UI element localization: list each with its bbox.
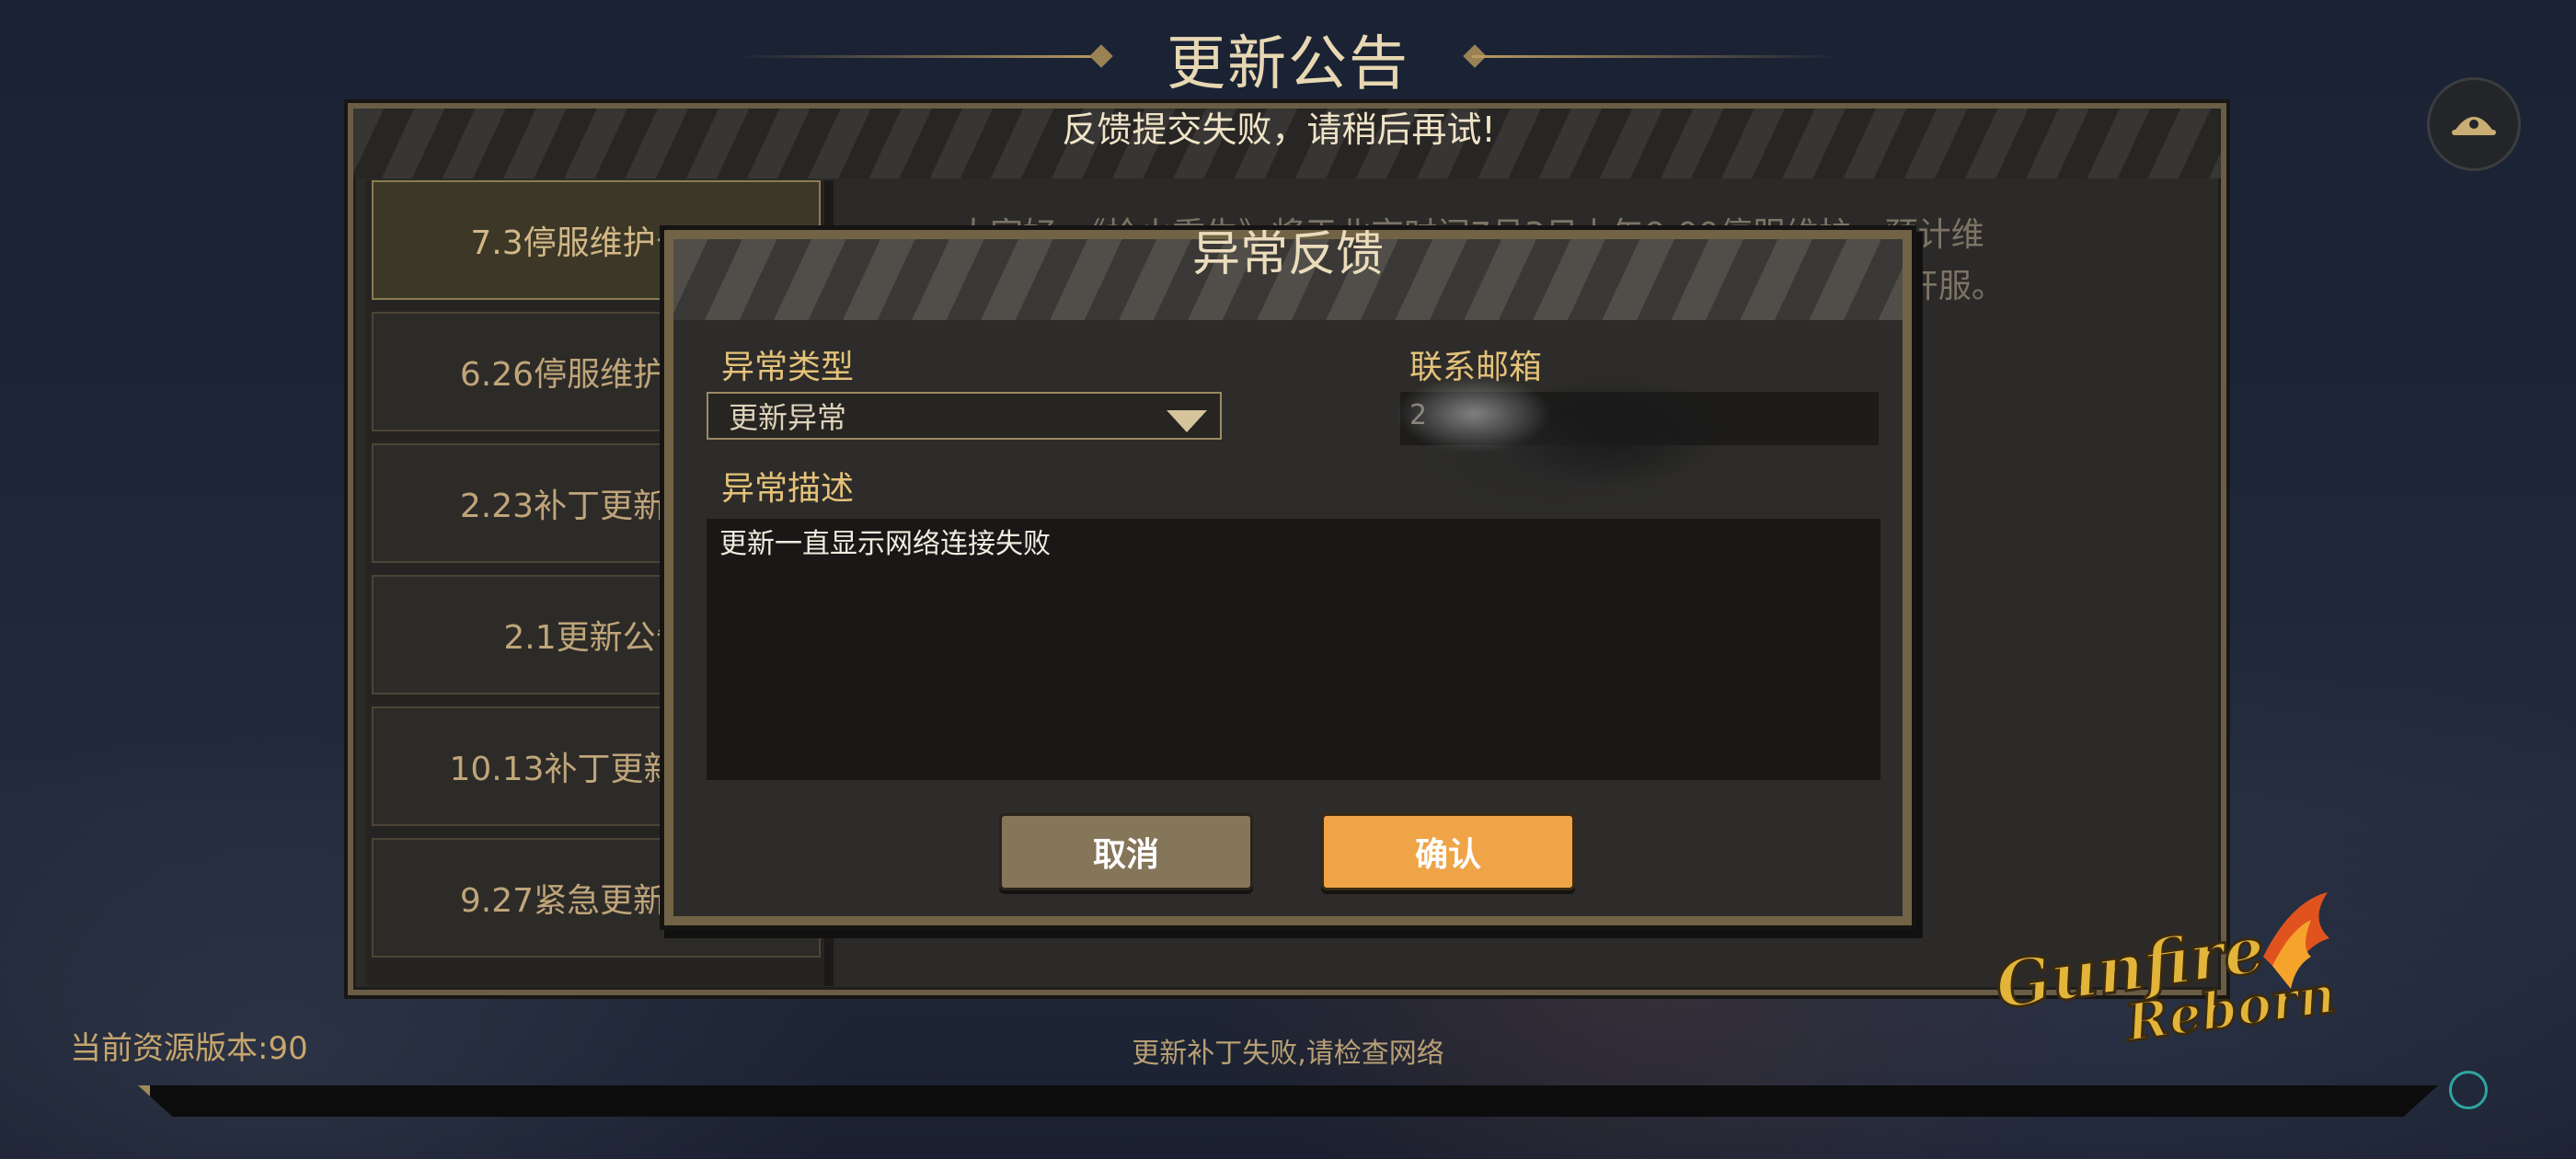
- feedback-dialog: 异常反馈 异常类型 更新异常 联系邮箱 2 异常描述 更新一直显示网络连接失败 …: [664, 227, 1912, 925]
- resource-version: 当前资源版本:90: [70, 1030, 308, 1067]
- cancel-button[interactable]: 取消: [999, 813, 1253, 890]
- title-line-right: [1472, 55, 1840, 58]
- desc-label: 异常描述: [721, 470, 855, 508]
- description-textarea[interactable]: 更新一直显示网络连接失败: [707, 519, 1880, 780]
- error-toast: 反馈提交失败，请稍后再试!: [1062, 109, 1496, 150]
- redaction-scribble: [1373, 350, 1777, 506]
- update-status: 更新补丁失败,请检查网络: [1132, 1038, 1444, 1070]
- title-line-left: [736, 55, 1104, 58]
- page-title: 更新公告: [1167, 30, 1409, 98]
- loading-spinner-icon: [2449, 1071, 2488, 1109]
- type-select-value: 更新异常: [729, 400, 847, 435]
- type-select[interactable]: 更新异常: [707, 392, 1222, 440]
- helmet-icon: [2452, 117, 2496, 135]
- customer-service-button[interactable]: [2427, 77, 2521, 171]
- chevron-down-icon: [1167, 410, 1207, 432]
- update-progress-bar: [138, 1085, 2438, 1117]
- type-label: 异常类型: [721, 349, 855, 386]
- game-logo: Gunfire Reborn: [1990, 892, 2340, 1055]
- confirm-button[interactable]: 确认: [1321, 813, 1575, 890]
- update-progress-fill: [138, 1085, 150, 1117]
- announcement-item-label: 2.1更新公告: [503, 619, 689, 657]
- dialog-title: 异常反馈: [1191, 227, 1384, 282]
